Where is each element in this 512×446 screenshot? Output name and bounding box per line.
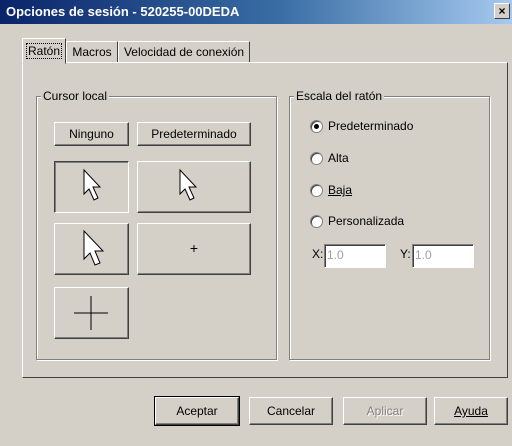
aceptar-button[interactable]: Aceptar (154, 396, 240, 426)
arrow-cursor-icon (83, 229, 105, 266)
ayuda-button[interactable]: Ayuda (434, 397, 508, 425)
y-scale-field[interactable]: 1.0 (412, 244, 474, 268)
x-field-label: X: (312, 247, 324, 261)
close-button[interactable]: × (494, 3, 510, 19)
radio-predeterminado-label: Predeterminado (328, 119, 414, 133)
tab-panel-raton: Cursor local Ninguno Predeterminado + Es… (22, 62, 508, 378)
cursor-option-arrow-selected[interactable] (54, 161, 129, 213)
cursor-local-legend: Cursor local (41, 89, 110, 103)
radio-selected-dot (314, 124, 319, 129)
aplicar-label: Aplicar (366, 404, 404, 418)
arrow-cursor-icon (179, 168, 198, 201)
cursor-option-arrow[interactable] (137, 161, 251, 213)
escala-raton-legend: Escala del ratón (294, 89, 385, 103)
x-scale-field[interactable]: 1.0 (324, 244, 386, 268)
radio-personalizada-label: Personalizada (328, 214, 405, 228)
tab-label: Ratón (25, 43, 63, 59)
escala-raton-group: Escala del ratón Predeterminado Alta Baj… (289, 89, 490, 360)
title-bar: Opciones de sesión - 520255-00DEDA × (0, 0, 512, 24)
tab-raton[interactable]: Ratón (22, 38, 66, 64)
radio-alta-label: Alta (328, 151, 349, 165)
aplicar-button[interactable]: Aplicar (343, 397, 427, 425)
tab-label: Velocidad de conexión (123, 45, 245, 59)
tab-macros[interactable]: Macros (66, 41, 118, 63)
radio-personalizada[interactable] (310, 215, 323, 228)
radio-baja-label: Baja (328, 183, 353, 197)
y-field-label: Y: (400, 247, 411, 261)
ayuda-label: Ayuda (454, 404, 488, 418)
cursor-option-large-cross[interactable] (54, 287, 129, 339)
predeterminado-label: Predeterminado (151, 127, 237, 141)
tab-label: Macros (72, 45, 112, 59)
radio-baja[interactable] (310, 184, 323, 197)
x-scale-value: 1.0 (327, 248, 344, 262)
aceptar-label: Aceptar (176, 404, 218, 418)
arrow-cursor-icon (83, 168, 102, 201)
radio-predeterminado[interactable] (310, 120, 323, 133)
cursor-option-arrow-large[interactable] (54, 223, 129, 275)
close-icon: × (498, 4, 506, 18)
ninguno-label: Ninguno (69, 127, 114, 141)
cursor-option-small-cross[interactable]: + (137, 223, 251, 275)
ninguno-button[interactable]: Ninguno (54, 122, 129, 146)
radio-alta[interactable] (310, 152, 323, 165)
y-scale-value: 1.0 (415, 248, 432, 262)
window-title: Opciones de sesión - 520255-00DEDA (6, 4, 240, 19)
tab-velocidad-conexion[interactable]: Velocidad de conexión (118, 41, 250, 63)
small-crosshair-icon: + (189, 240, 199, 256)
cancelar-label: Cancelar (266, 404, 316, 418)
cancelar-button[interactable]: Cancelar (249, 397, 333, 425)
predeterminado-button[interactable]: Predeterminado (137, 122, 251, 146)
large-crosshair-icon (74, 296, 108, 330)
cursor-local-group: Cursor local Ninguno Predeterminado + (36, 89, 277, 360)
